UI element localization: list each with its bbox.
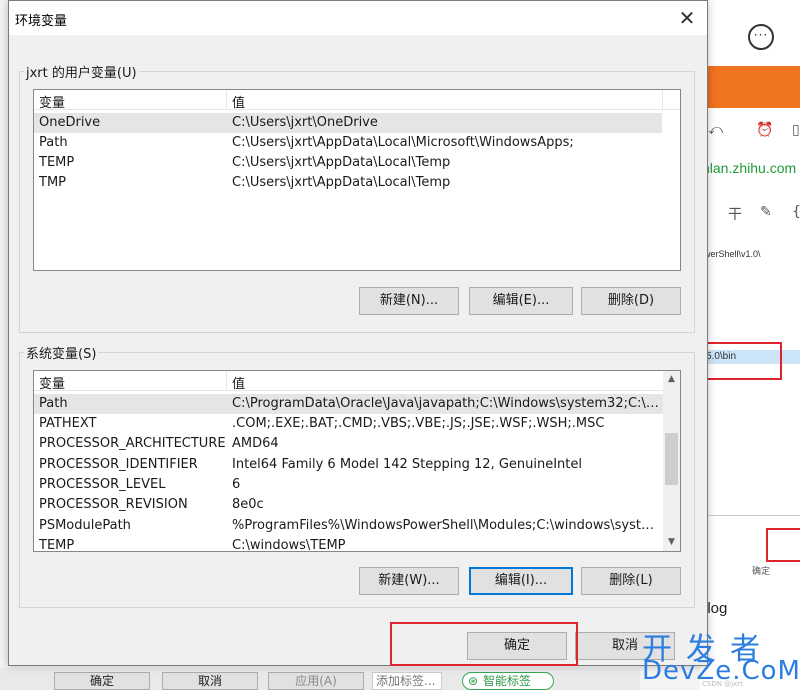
variable-value: C:\Users\jxrt\AppData\Local\Temp [232,175,451,190]
variable-name: TEMP [39,155,75,170]
variable-value: C:\windows\TEMP [232,538,346,552]
user-edit-button[interactable]: 编辑(E)... [469,287,573,315]
variable-name: PROCESSOR_REVISION [39,497,188,512]
list-item[interactable]: TEMP C:\windows\TEMP [34,536,663,552]
smart-tag-label: 智能标签 [483,674,532,688]
user-new-button[interactable]: 新建(N)... [359,287,459,315]
variable-value: .COM;.EXE;.BAT;.CMD;.VBS;.VBE;.JS;.JSE;.… [232,416,605,431]
tag-input[interactable]: 添加标签... [372,672,442,690]
system-new-button[interactable]: 新建(W)... [359,567,459,595]
highlight-box-side [766,528,800,562]
more-options-icon[interactable]: ··· [748,24,774,50]
variable-value: %ProgramFiles%\WindowsPowerShell\Modules… [232,518,660,533]
list-item[interactable]: OneDrive C:\Users\jxrt\OneDrive [34,113,662,133]
variable-name: TEMP [39,538,75,552]
close-icon[interactable]: ✕ [673,5,701,31]
list-item[interactable]: PATHEXT .COM;.EXE;.BAT;.CMD;.VBS;.VBE;.J… [34,414,663,434]
highlight-box-ok [390,622,578,666]
variable-value: C:\Users\jxrt\AppData\Local\Microsoft\Wi… [232,135,574,150]
check-circle-icon: ⊛ [468,674,479,688]
variable-value: C:\Users\jxrt\AppData\Local\Temp [232,155,451,170]
highlight-box-bin [700,342,782,380]
variable-name: PATHEXT [39,416,97,431]
list-item[interactable]: PROCESSOR_REVISION 8e0c [34,495,663,515]
user-variables-list[interactable]: 变量 值 OneDrive C:\Users\jxrt\OneDrive Pat… [33,89,681,271]
system-edit-button[interactable]: 编辑(I)... [469,567,573,595]
heading-icon[interactable]: 干 [728,204,742,224]
dialog-title: 环境变量 [15,14,68,29]
variable-value: AMD64 [232,436,279,451]
variable-name: Path [39,135,68,150]
background-url-text: nlan.zhihu.com [702,160,797,176]
variable-value: C:\Users\jxrt\OneDrive [232,115,378,130]
variable-value: Intel64 Family 6 Model 142 Stepping 12, … [232,457,583,472]
list-item[interactable]: Path C:\Users\jxrt\AppData\Local\Microso… [34,133,662,153]
column-header-variable[interactable]: 变量 [39,92,65,111]
system-variables-list[interactable]: 变量 值 Path C:\ProgramData\Oracle\Java\jav… [33,370,681,552]
list-item[interactable]: PROCESSOR_IDENTIFIER Intel64 Family 6 Mo… [34,455,663,475]
list-header: 变量 值 [34,371,680,392]
variable-name: OneDrive [39,115,101,130]
list-item[interactable]: PSModulePath %ProgramFiles%\WindowsPower… [34,516,663,536]
bookmark-icon[interactable]: ▯ [792,122,800,138]
column-divider[interactable] [662,90,663,110]
user-delete-button[interactable]: 删除(D) [581,287,681,315]
variable-name: PSModulePath [39,518,131,533]
background-path-text: werShell\v1.0\ [704,249,761,259]
environment-variables-dialog: 环境变量 ✕ jxrt 的用户变量(U) 变量 值 OneDrive C:\Us… [8,0,708,666]
column-header-value[interactable]: 值 [232,373,245,392]
pen-icon[interactable]: ✎ [760,204,772,220]
variable-value: C:\ProgramData\Oracle\Java\javapath;C:\W… [232,396,660,411]
system-delete-button[interactable]: 删除(L) [581,567,681,595]
variable-name: PROCESSOR_LEVEL [39,477,166,492]
background-ok-button[interactable]: 确定 [54,672,150,690]
background-divider [700,515,800,516]
column-divider[interactable] [226,90,227,110]
variable-value: 8e0c [232,497,264,512]
scroll-up-icon[interactable]: ▲ [663,371,680,388]
alarm-icon[interactable]: ⏰ [756,122,773,138]
variable-name: PROCESSOR_ARCHITECTURE [39,436,226,451]
list-item[interactable]: TEMP C:\Users\jxrt\AppData\Local\Temp [34,153,662,173]
list-item[interactable]: PROCESSOR_ARCHITECTURE AMD64 [34,434,663,454]
background-ok-small: 确定 [752,566,771,576]
variable-name: PROCESSOR_IDENTIFIER [39,457,198,472]
list-item[interactable]: TMP C:\Users\jxrt\AppData\Local\Temp [34,173,662,193]
system-variables-label: 系统变量(S) [24,343,99,362]
column-header-variable[interactable]: 变量 [39,373,65,392]
scroll-down-icon[interactable]: ▼ [663,534,680,551]
background-apply-button[interactable]: 应用(A) [268,672,364,690]
dialog-titlebar: 环境变量 ✕ [9,1,707,35]
scrollbar-thumb[interactable] [665,433,678,485]
list-item[interactable]: Path C:\ProgramData\Oracle\Java\javapath… [34,394,663,414]
variable-name: Path [39,396,68,411]
undo-icon[interactable]: ⤺ [708,122,723,138]
watermark-small: CSDN @jxrt [702,680,743,688]
user-variables-label: jxrt 的用户变量(U) [24,62,139,81]
smart-tag-button[interactable]: ⊛ 智能标签 [462,672,554,690]
watermark: 开发者 DevZe.CoM CSDN @jxrt [642,624,800,690]
list-item[interactable]: PROCESSOR_LEVEL 6 [34,475,663,495]
background-orange-toolbar [700,66,800,108]
list-header: 变量 值 [34,90,680,111]
vertical-scrollbar[interactable]: ▲ ▼ [663,371,680,551]
variable-value: 6 [232,477,241,492]
column-divider[interactable] [226,371,227,391]
background-cancel-button[interactable]: 取消 [162,672,258,690]
brace-icon[interactable]: { [792,204,800,220]
column-header-value[interactable]: 值 [232,92,245,111]
variable-name: TMP [39,175,66,190]
